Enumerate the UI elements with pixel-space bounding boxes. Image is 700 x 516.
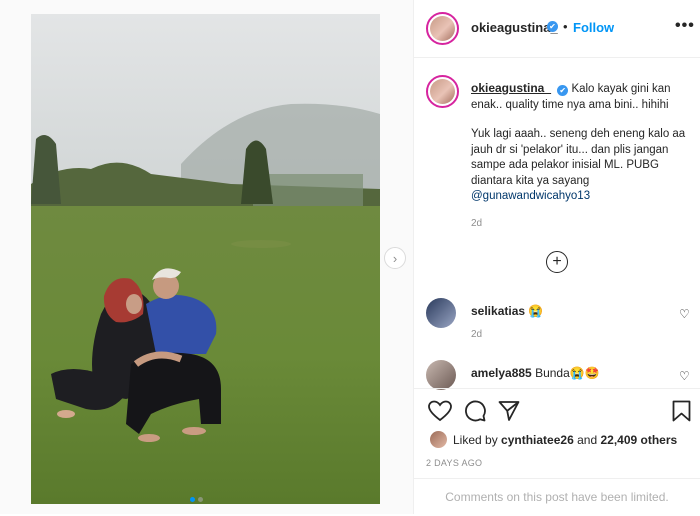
post-photo[interactable]: [31, 14, 380, 504]
post-sidebar: okieagustina_ ✔ • Follow ••• okieagustin…: [414, 0, 700, 514]
add-circle-icon[interactable]: +: [546, 251, 568, 273]
separator-dot: •: [563, 19, 568, 34]
comments-limited-notice: Comments on this post have been limited.: [414, 478, 700, 516]
like-comment-heart-icon[interactable]: ♡: [679, 307, 690, 321]
comment-body: Bunda😭🤩: [535, 366, 600, 380]
caption-username[interactable]: okieagustina_: [471, 81, 551, 95]
chevron-right-icon: ›: [392, 250, 398, 266]
comment-text: selikatias 😭: [471, 304, 543, 318]
verified-badge-icon: ✔: [547, 21, 558, 32]
comment-icon[interactable]: [464, 400, 486, 422]
author-avatar[interactable]: [426, 12, 459, 45]
post-header: okieagustina_ ✔ • Follow •••: [414, 0, 700, 58]
likes-others[interactable]: 22,409 others: [600, 433, 677, 447]
caption-mention[interactable]: @gunawandwicahyo13: [471, 190, 590, 202]
share-icon[interactable]: [498, 400, 520, 422]
likes-prefix: Liked by: [453, 432, 498, 447]
heart-icon[interactable]: [428, 400, 452, 422]
caption-timestamp: 2d: [471, 218, 483, 229]
carousel-dot: [198, 497, 203, 502]
next-image-button[interactable]: ›: [384, 247, 406, 269]
like-comment-heart-icon[interactable]: ♡: [679, 369, 690, 383]
post-date: 2 DAYS AGO: [426, 458, 483, 468]
carousel-dots: [190, 497, 203, 502]
author-username[interactable]: okieagustina_: [471, 20, 558, 35]
commenter-username[interactable]: selikatias: [471, 304, 525, 318]
comment-timestamp: 2d: [471, 329, 483, 340]
media-pane: ›: [0, 0, 414, 514]
post-actions: Liked by cynthiatee26 and 22,409 others …: [414, 388, 700, 515]
follow-button[interactable]: Follow: [573, 20, 614, 35]
caption-line-2: Yuk lagi aaah.. seneng deh eneng kalo aa…: [471, 128, 686, 187]
more-options-icon[interactable]: •••: [675, 17, 695, 35]
commenter-username[interactable]: amelya885: [471, 366, 532, 380]
comment-text: amelya885 Bunda😭🤩: [471, 366, 600, 380]
liker-username[interactable]: cynthiatee26: [501, 433, 574, 447]
caption-avatar[interactable]: [426, 75, 459, 108]
bookmark-icon[interactable]: [672, 400, 691, 422]
commenter-avatar[interactable]: [426, 360, 456, 390]
liker-avatar: [430, 431, 447, 448]
carousel-dot: [190, 497, 195, 502]
verified-badge-icon: ✔: [557, 85, 569, 96]
couple-on-grass-image: [31, 14, 380, 504]
likes-summary: Liked by cynthiatee26 and 22,409 others: [430, 431, 677, 448]
commenter-avatar[interactable]: [426, 298, 456, 328]
likes-joiner: and: [577, 432, 598, 447]
caption-text: okieagustina_ ✔ Kalo kayak gini kan enak…: [471, 81, 695, 205]
comment-body: 😭: [528, 304, 544, 318]
